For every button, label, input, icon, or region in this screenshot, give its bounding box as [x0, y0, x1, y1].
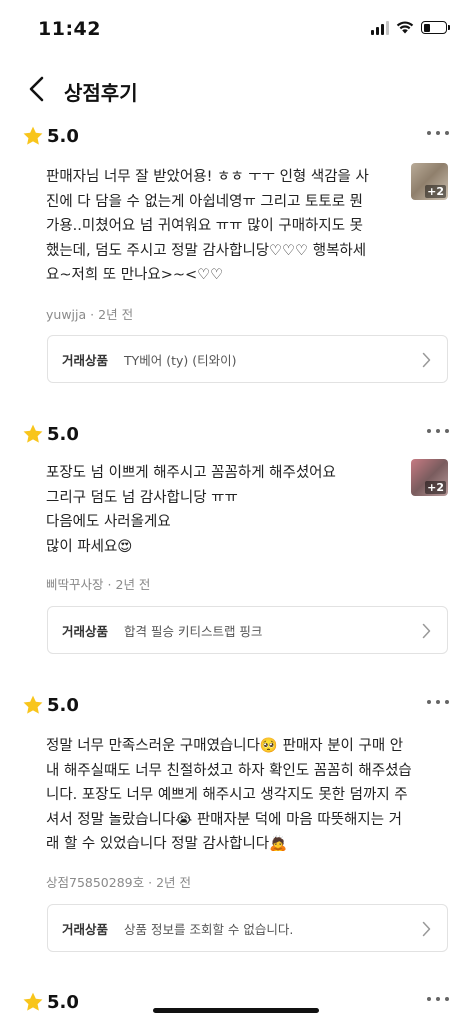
home-indicator[interactable]: [153, 1008, 319, 1013]
photo-count-badge: +2: [425, 481, 446, 494]
battery-fill: [423, 23, 430, 32]
review-meta: 삐딱꾸사장 · 2년 전: [46, 577, 151, 592]
rating-row: 5.0: [22, 989, 79, 1015]
chevron-left-icon: [29, 76, 44, 102]
review-meta: 상점75850289호 · 2년 전: [46, 875, 192, 890]
review-author[interactable]: 삐딱꾸사장: [46, 577, 104, 592]
more-options-icon[interactable]: [427, 997, 449, 1001]
wifi-icon: [396, 21, 414, 34]
product-name: 상품 정보를 조회할 수 없습니다.: [124, 922, 294, 937]
rating-row: 5.0: [22, 123, 79, 149]
chevron-right-icon: [422, 352, 431, 368]
status-time: 11:42: [38, 18, 101, 40]
review-text: 포장도 넘 이쁘게 해주시고 꼼꼼하게 해주셨어요 그리구 덤도 넘 감사합니당…: [46, 465, 336, 555]
review-meta: yuwjja · 2년 전: [46, 307, 134, 322]
more-options-icon[interactable]: [427, 429, 449, 433]
status-icons: [371, 20, 450, 35]
review-author[interactable]: 상점75850289호: [46, 875, 144, 890]
battery-icon: [421, 21, 450, 34]
review-item: 5.0: [0, 989, 473, 1019]
review-time: 2년 전: [98, 307, 134, 322]
product-label: 거래상품: [62, 353, 109, 368]
more-options-icon[interactable]: [427, 700, 449, 704]
review-photo-thumbnail[interactable]: +2: [411, 163, 448, 200]
star-icon: [23, 126, 43, 145]
product-link[interactable]: 거래상품 합격 필승 키티스트랩 핑크: [47, 606, 448, 654]
nav-header: 상점후기: [0, 66, 473, 112]
rating-score: 5.0: [47, 694, 79, 716]
rating-row: 5.0: [22, 421, 79, 447]
star-icon: [23, 992, 43, 1011]
product-link[interactable]: 거래상품 상품 정보를 조회할 수 없습니다.: [47, 904, 448, 952]
rating-score: 5.0: [47, 991, 79, 1013]
product-name: TY베어 (ty) (티와이): [124, 353, 237, 368]
product-name: 합격 필승 키티스트랩 핑크: [124, 624, 263, 639]
photo-count-badge: +2: [425, 185, 446, 198]
cellular-signal-icon: [371, 20, 389, 35]
back-button[interactable]: [24, 74, 52, 104]
review-author[interactable]: yuwjja: [46, 307, 86, 322]
more-options-icon[interactable]: [427, 131, 449, 135]
product-label: 거래상품: [62, 624, 109, 639]
rating-score: 5.0: [47, 125, 79, 147]
review-item: 5.0 포장도 넘 이쁘게 해주시고 꼼꼼하게 해주셨어요 그리구 덤도 넘 감…: [0, 421, 473, 661]
review-time: 2년 전: [115, 577, 151, 592]
star-icon: [23, 424, 43, 443]
chevron-right-icon: [422, 921, 431, 937]
page-title: 상점후기: [64, 81, 138, 105]
chevron-right-icon: [422, 623, 431, 639]
rating-row: 5.0: [22, 692, 79, 718]
review-time: 2년 전: [156, 875, 192, 890]
review-text: 판매자님 너무 잘 받았어용! ㅎㅎ ㅜㅜ 인형 색감을 사 진에 다 담을 수…: [46, 169, 369, 283]
product-link[interactable]: 거래상품 TY베어 (ty) (티와이): [47, 335, 448, 383]
review-text: 정말 너무 만족스러운 구매였습니다🥺 판매자 분이 구매 안 내 해주실때도 …: [46, 738, 412, 852]
review-item: 5.0 정말 너무 만족스러운 구매였습니다🥺 판매자 분이 구매 안 내 해주…: [0, 692, 473, 962]
status-bar: 11:42: [0, 0, 473, 58]
product-label: 거래상품: [62, 922, 109, 937]
rating-score: 5.0: [47, 423, 79, 445]
review-item: 5.0 판매자님 너무 잘 받았어용! ㅎㅎ ㅜㅜ 인형 색감을 사 진에 다 …: [0, 123, 473, 393]
star-icon: [23, 695, 43, 714]
review-photo-thumbnail[interactable]: +2: [411, 459, 448, 496]
